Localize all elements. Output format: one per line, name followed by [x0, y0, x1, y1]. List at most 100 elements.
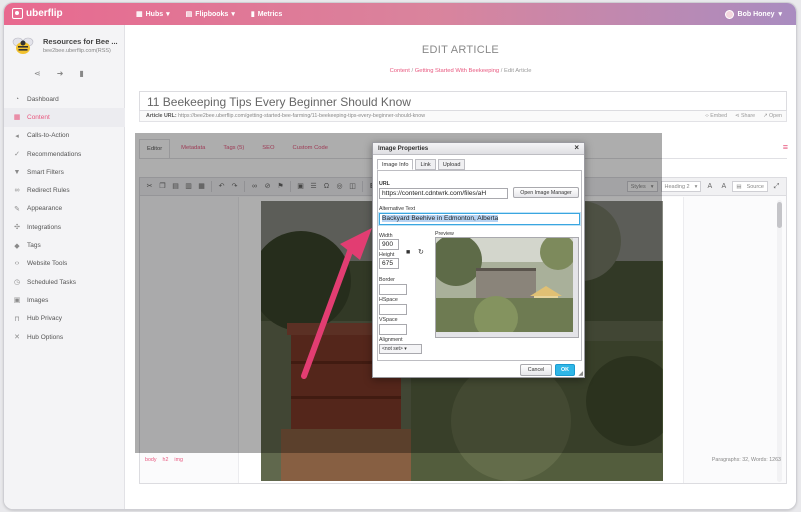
sidebar-item-images[interactable]: ▣ Images: [4, 291, 125, 309]
border-input[interactable]: [379, 284, 407, 295]
sidebar-item-label: Integrations: [27, 223, 61, 231]
wrench-icon: ✕: [14, 334, 20, 341]
url-input[interactable]: https://content.cdntwrk.com/files/aH: [379, 188, 508, 199]
filter-icon: ▼: [13, 168, 21, 176]
ok-button[interactable]: OK: [555, 364, 575, 376]
sidebar-item-hub-options[interactable]: ✕ Hub Options: [4, 328, 125, 346]
image-properties-dialog: Image Properties × Image Info Link Uploa…: [372, 142, 585, 378]
sidebar-item-label: Smart Filters: [27, 168, 64, 176]
breadcrumb: Content / Getting Started With Beekeepin…: [125, 68, 796, 74]
width-input[interactable]: 900: [379, 239, 399, 250]
resize-grip-icon[interactable]: ◢: [578, 370, 583, 377]
user-menu[interactable]: Bob Honey ▾: [724, 3, 782, 25]
nav-metrics-label: Metrics: [257, 10, 283, 18]
sidebar-item-label: Hub Options: [27, 333, 64, 341]
alt-text-value: Backyard Beehive in Edmonton, Alberta: [382, 215, 499, 222]
reset-size-icon[interactable]: ↻: [418, 248, 424, 256]
sidebar-item-appearance[interactable]: ✎ Appearance: [4, 200, 125, 218]
sidebar-item-label: Content: [27, 113, 50, 121]
article-url-actions: ‹› Embed ⋖ Share ↗ Open: [705, 113, 782, 119]
hub-name[interactable]: Resources for Bee ...: [43, 37, 118, 46]
brand-logo[interactable]: uberflip: [12, 8, 63, 19]
scrollbar-thumb[interactable]: [777, 202, 782, 228]
tab-link[interactable]: Link: [415, 159, 436, 170]
sidebar-item-label: Recommendations: [27, 150, 82, 158]
vspace-label: VSpace: [379, 317, 398, 323]
lock-ratio-icon[interactable]: ■: [406, 249, 410, 256]
share-nodes-icon[interactable]: ⋖: [34, 69, 41, 78]
share-button[interactable]: ⋖ Share: [735, 113, 755, 119]
sidebar-item-dashboard[interactable]: ◔ Dashboard: [4, 90, 125, 108]
arrow-right-icon[interactable]: ➜: [57, 69, 64, 78]
editor-scrollbar[interactable]: [777, 200, 782, 482]
tab-upload[interactable]: Upload: [437, 159, 466, 170]
chevron-down-icon: ▾: [404, 346, 407, 352]
nav-flipbooks-label: Flipbooks: [195, 10, 229, 18]
hub-actions: ⋖ ➜ ▮: [34, 69, 84, 78]
background-color-icon[interactable]: A: [718, 181, 729, 192]
path-img[interactable]: img: [174, 457, 183, 463]
tag-icon: ◆: [14, 242, 20, 250]
sidebar-item-smart-filters[interactable]: ▼ Smart Filters: [4, 163, 125, 181]
sidebar-item-hub-privacy[interactable]: ⊓ Hub Privacy: [4, 310, 125, 328]
article-title-input[interactable]: 11 Beekeeping Tips Every Beginner Should…: [139, 91, 787, 111]
path-h2[interactable]: h2: [163, 457, 169, 463]
image-icon: ▣: [13, 297, 21, 305]
top-bar: uberflip ▦ Hubs ▾ ▤ Flipbooks ▾ ▮ Metric…: [4, 3, 796, 25]
sidebar-item-recommendations[interactable]: ✓ Recommendations: [4, 145, 125, 163]
maximize-icon[interactable]: ⤢: [771, 181, 782, 192]
code-icon: ‹›: [14, 260, 20, 268]
element-path: body h2 img: [145, 457, 183, 463]
breadcrumb-content[interactable]: Content: [390, 68, 410, 74]
sidebar-item-scheduled-tasks[interactable]: ◷ Scheduled Tasks: [4, 273, 125, 291]
chevron-down-icon: ▾: [778, 11, 782, 18]
alignment-label: Alignment: [379, 337, 403, 343]
open-button[interactable]: ↗ Open: [763, 113, 782, 119]
sidebar-item-calls-to-action[interactable]: ◂ Calls-to-Action: [4, 127, 125, 145]
sidebar-item-integrations[interactable]: ✣ Integrations: [4, 218, 125, 236]
hamburger-menu-icon[interactable]: ≡: [783, 142, 788, 152]
nav-hubs[interactable]: ▦ Hubs ▾: [128, 3, 178, 25]
sidebar-item-redirect-rules[interactable]: ∞ Redirect Rules: [4, 181, 125, 199]
bar-chart-icon[interactable]: ▮: [79, 69, 83, 78]
sidebar-menu: ◔ Dashboard ▦ Content ◂ Calls-to-Action ✓ Re…: [4, 90, 125, 346]
height-input[interactable]: 675: [379, 258, 399, 269]
breadcrumb-current: Edit Article: [504, 68, 532, 74]
cancel-button[interactable]: Cancel: [520, 364, 552, 376]
format-dropdown[interactable]: Heading 2 ▾: [660, 181, 702, 192]
article-url[interactable]: https://bee2bee.uberflip.com/getting-sta…: [178, 113, 425, 119]
breadcrumb-stream[interactable]: Getting Started With Beekeeping: [415, 68, 499, 74]
preview-scrollbar-horizontal[interactable]: [436, 332, 578, 337]
embed-button[interactable]: ‹› Embed: [705, 113, 727, 119]
sidebar-item-content[interactable]: ▦ Content: [4, 108, 125, 127]
alt-text-label: Alternative Text: [379, 206, 416, 212]
tab-image-info[interactable]: Image Info: [377, 159, 414, 170]
open-image-manager-button[interactable]: Open Image Manager: [513, 187, 579, 198]
close-icon[interactable]: ×: [574, 143, 579, 152]
path-body[interactable]: body: [145, 457, 157, 463]
dialog-body: URL https://content.cdntwrk.com/files/aH…: [377, 170, 582, 361]
hub-url: bee2bee.uberflip.com(RSS): [43, 48, 111, 54]
hspace-label: HSpace: [379, 297, 398, 303]
sidebar-item-label: Tags: [27, 242, 41, 250]
preview-image: [436, 238, 576, 337]
url-label: URL: [379, 181, 390, 187]
editor-statusbar: body h2 img Paragraphs: 32, Words: 1263: [139, 455, 787, 466]
nav-flipbooks[interactable]: ▤ Flipbooks ▾: [178, 3, 243, 25]
word-count: Paragraphs: 32, Words: 1263: [711, 457, 781, 463]
vspace-input[interactable]: [379, 324, 407, 335]
alt-text-input[interactable]: Backyard Beehive in Edmonton, Alberta: [379, 213, 580, 225]
sidebar-item-label: Hub Privacy: [27, 315, 63, 323]
chevron-down-icon: ▾: [694, 183, 698, 190]
hspace-input[interactable]: [379, 304, 407, 315]
text-color-icon[interactable]: A: [704, 181, 715, 192]
sidebar-item-tags[interactable]: ◆ Tags: [4, 236, 125, 254]
sidebar-item-website-tools[interactable]: ‹› Website Tools: [4, 255, 125, 273]
preview-scrollbar[interactable]: [573, 238, 578, 337]
source-button[interactable]: ▤ Source: [732, 181, 768, 192]
alignment-select[interactable]: <not set> ▾: [379, 344, 422, 354]
lock-icon: ⊓: [14, 315, 20, 323]
page-title: EDIT ARTICLE: [421, 44, 500, 56]
nav-metrics[interactable]: ▮ Metrics: [243, 3, 290, 25]
book-icon: ▤: [185, 11, 193, 18]
